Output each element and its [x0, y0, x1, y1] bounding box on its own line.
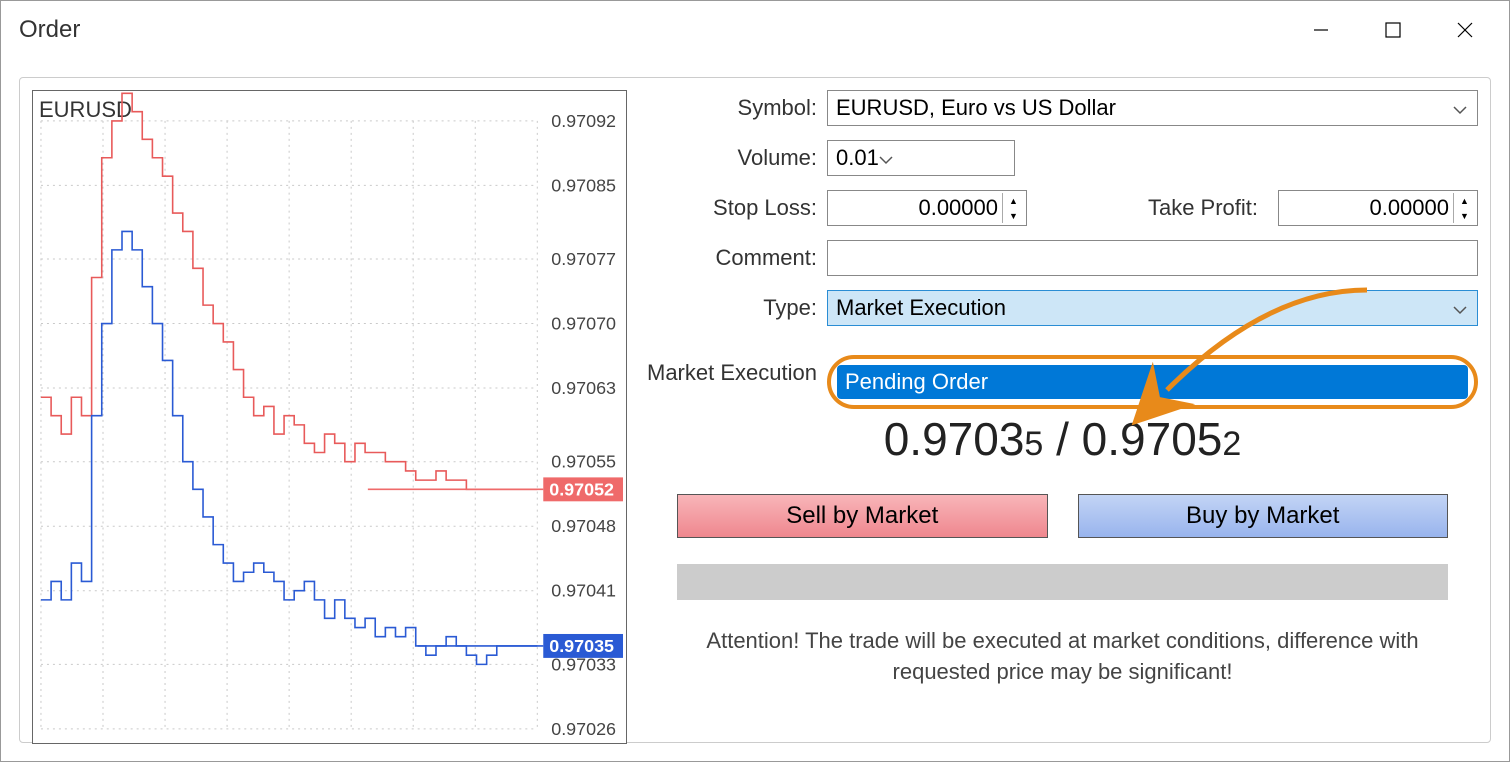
comment-input[interactable] [827, 240, 1478, 276]
close-button[interactable] [1429, 9, 1501, 51]
type-value: Market Execution [836, 295, 1006, 321]
bid-main: 0.9703 [884, 413, 1025, 465]
chevron-down-icon [1453, 295, 1467, 321]
price-quote: 0.97035 / 0.97052 [647, 412, 1478, 466]
pending-order-highlight: Pending Order [827, 355, 1478, 409]
chevron-down-icon [1453, 95, 1467, 121]
status-bar [677, 564, 1448, 600]
ask-sub: 2 [1222, 425, 1241, 463]
maximize-button[interactable] [1357, 9, 1429, 51]
svg-text:0.97052: 0.97052 [549, 479, 614, 499]
window-title: Order [19, 16, 1285, 44]
stoploss-label: Stop Loss: [647, 195, 827, 221]
symbol-value: EURUSD, Euro vs US Dollar [836, 95, 1116, 121]
volume-label: Volume: [647, 145, 827, 171]
takeprofit-label: Take Profit: [1037, 195, 1268, 221]
type-combo[interactable]: Market Execution [827, 290, 1478, 326]
market-execution-group-label: Market Execution [647, 360, 817, 386]
svg-text:0.97048: 0.97048 [551, 516, 616, 536]
chevron-down-icon [879, 145, 893, 171]
comment-label: Comment: [647, 245, 827, 271]
tick-chart: EURUSD 0.970920.970850.970770.970700.970… [32, 90, 627, 744]
ask-main: 0.9705 [1082, 413, 1223, 465]
symbol-label: Symbol: [647, 95, 827, 121]
svg-text:0.97055: 0.97055 [551, 452, 616, 472]
volume-value: 0.01 [836, 145, 879, 171]
svg-text:0.97041: 0.97041 [551, 581, 616, 601]
svg-text:0.97063: 0.97063 [551, 378, 616, 398]
takeprofit-input[interactable]: 0.00000 ▲▼ [1278, 190, 1478, 226]
sell-by-market-button[interactable]: Sell by Market [677, 494, 1048, 538]
svg-text:0.97085: 0.97085 [551, 175, 616, 195]
stoploss-value: 0.00000 [836, 195, 998, 221]
order-window: Order EURUSD 0.970920.970850.970770.9707… [0, 0, 1510, 762]
stoploss-input[interactable]: 0.00000 ▲▼ [827, 190, 1027, 226]
volume-combo[interactable]: 0.01 [827, 140, 1015, 176]
type-label: Type: [647, 295, 827, 321]
svg-text:0.97092: 0.97092 [551, 111, 616, 131]
symbol-combo[interactable]: EURUSD, Euro vs US Dollar [827, 90, 1478, 126]
attention-text: Attention! The trade will be executed at… [687, 626, 1438, 688]
takeprofit-value: 0.00000 [1287, 195, 1449, 221]
bid-sub: 5 [1024, 425, 1043, 463]
order-form: Symbol: EURUSD, Euro vs US Dollar Volume… [647, 90, 1478, 730]
svg-text:0.97026: 0.97026 [551, 719, 616, 739]
spinner-arrows[interactable]: ▲▼ [1002, 193, 1024, 223]
quote-sep: / [1043, 413, 1081, 465]
titlebar: Order [1, 1, 1509, 59]
minimize-button[interactable] [1285, 9, 1357, 51]
svg-text:0.97070: 0.97070 [551, 313, 616, 333]
content-area: EURUSD 0.970920.970850.970770.970700.970… [19, 77, 1491, 743]
svg-text:0.97035: 0.97035 [549, 636, 614, 656]
chart-svg: 0.97092 0.97085 0.97077 0.97070 0.97063 0.970… [33, 91, 626, 743]
type-option-pending[interactable]: Pending Order [837, 365, 1468, 399]
buy-by-market-button[interactable]: Buy by Market [1078, 494, 1449, 538]
spinner-arrows[interactable]: ▲▼ [1453, 193, 1475, 223]
svg-text:0.97077: 0.97077 [551, 249, 616, 269]
